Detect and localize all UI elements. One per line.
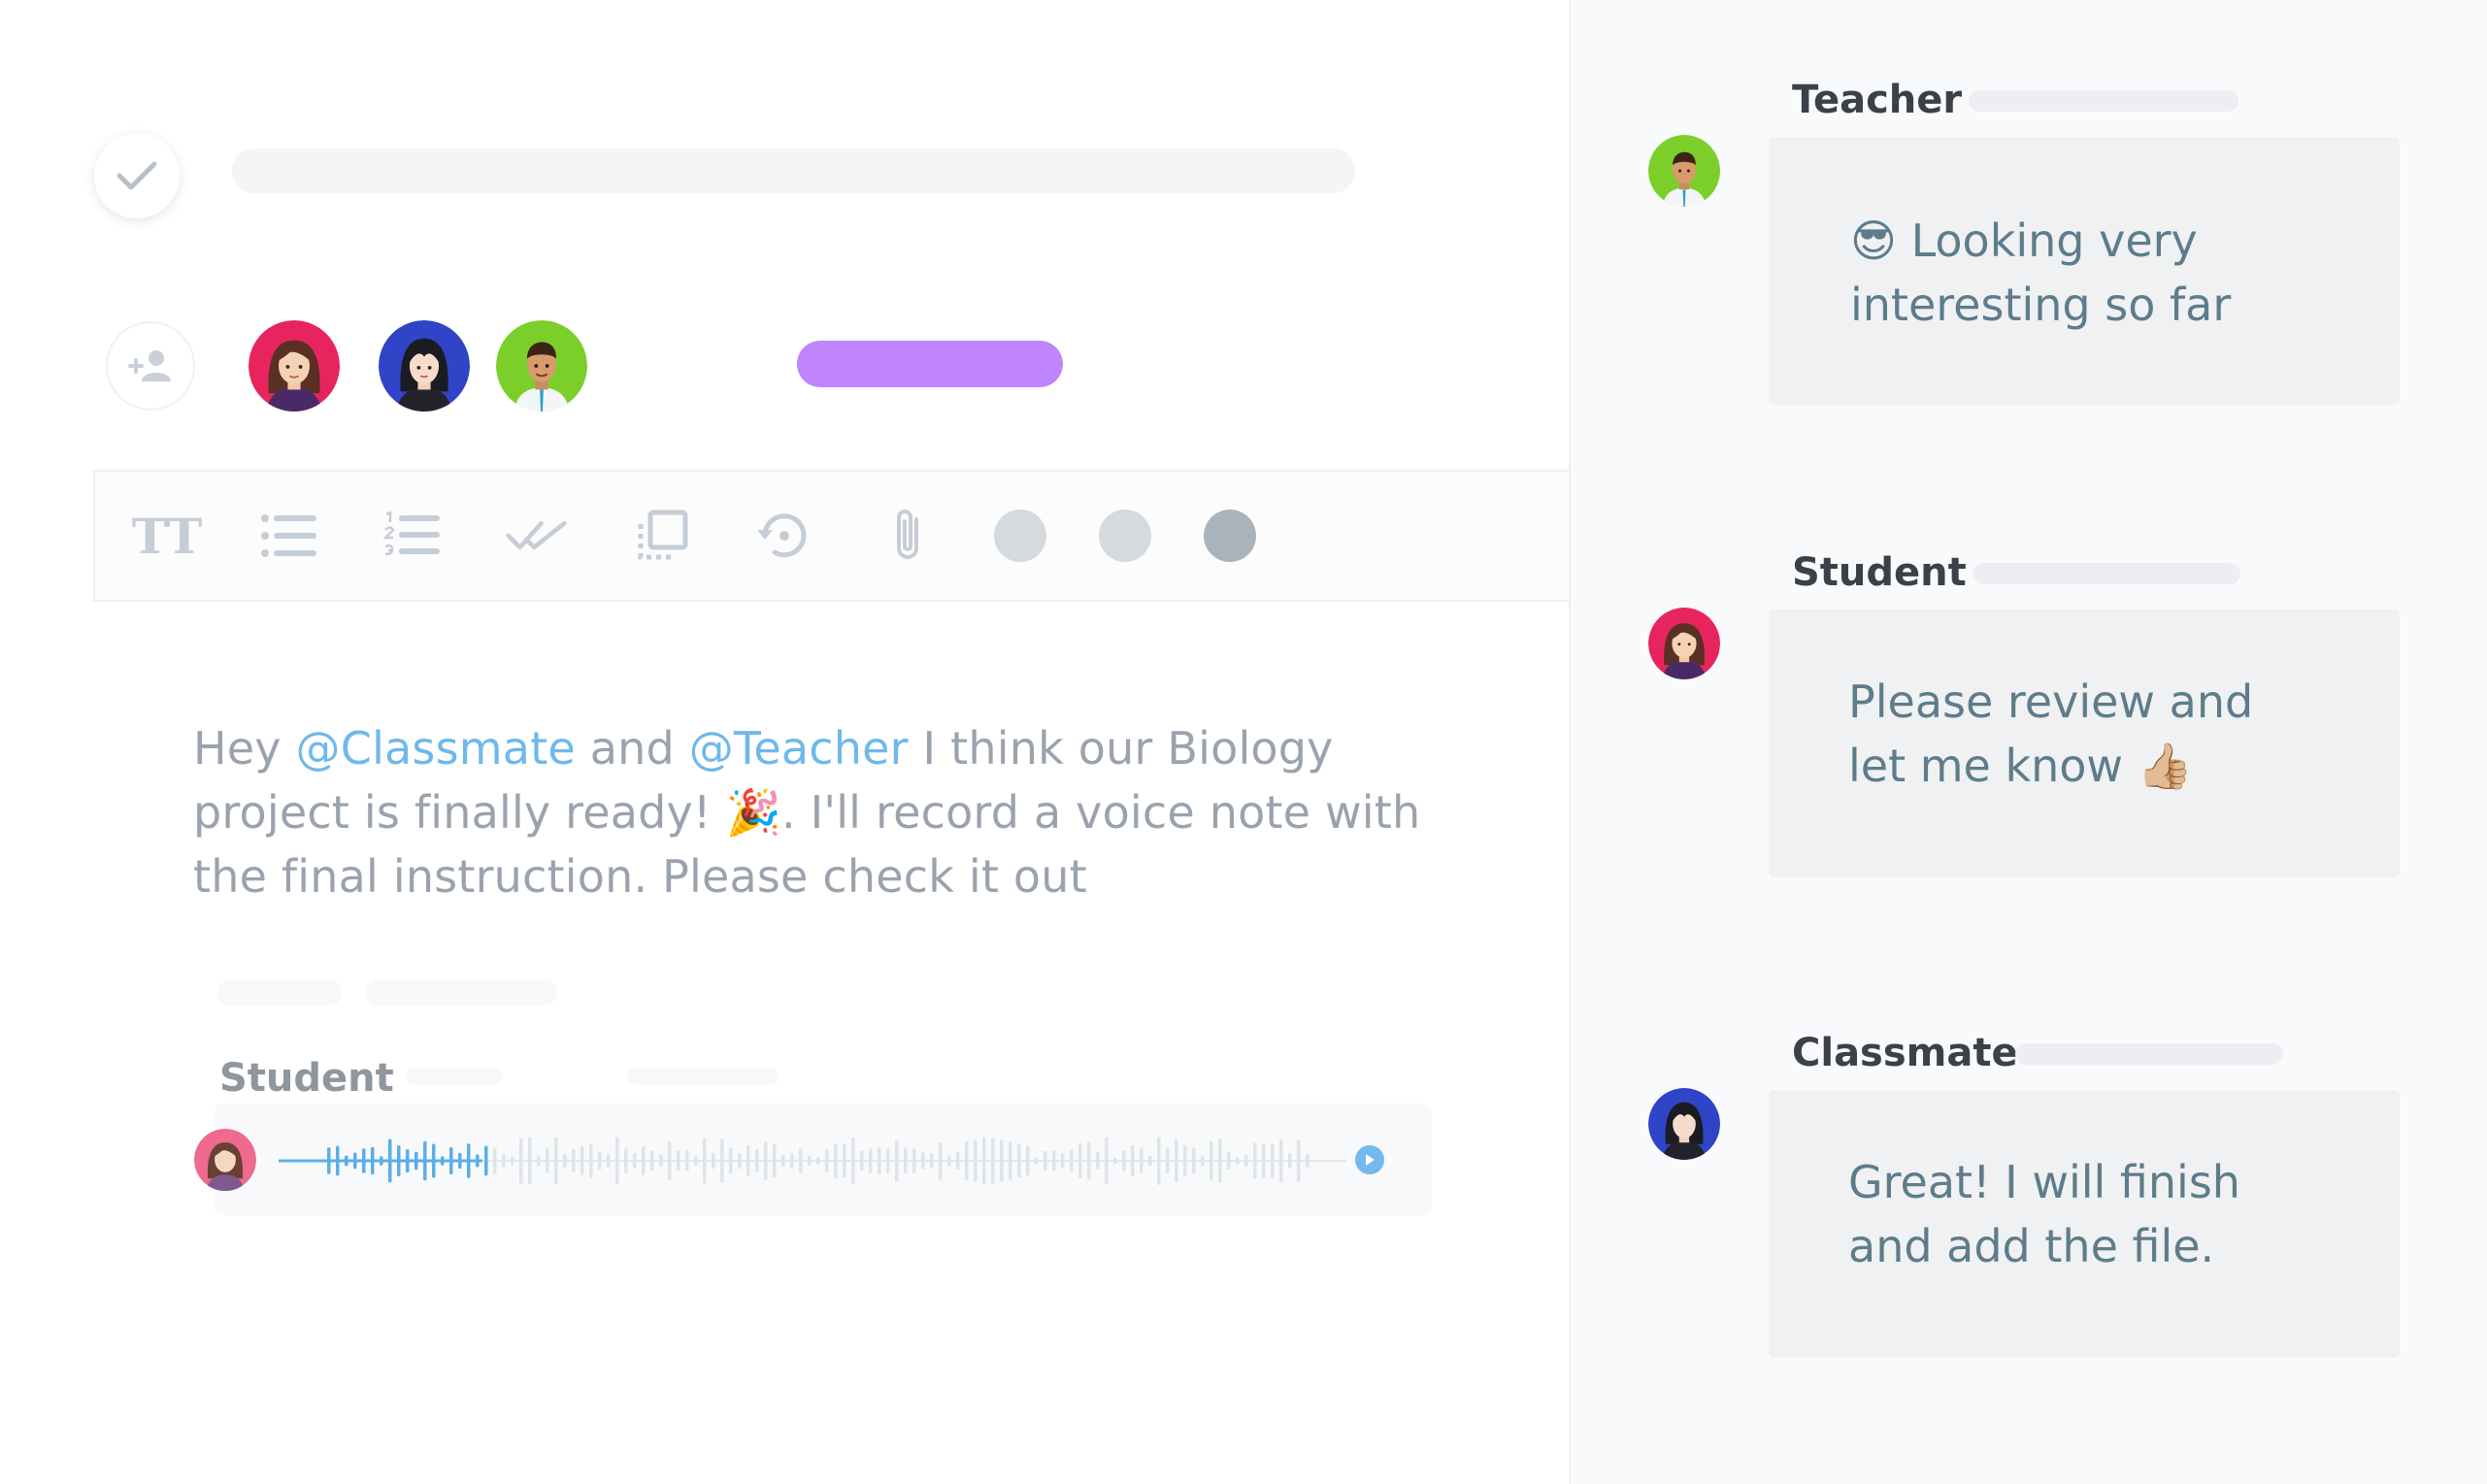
status-pill[interactable] bbox=[797, 341, 1063, 387]
comment-avatar-student bbox=[1648, 608, 1720, 679]
voice-waveform[interactable] bbox=[279, 1134, 1385, 1188]
checkmark-icon bbox=[116, 161, 157, 190]
complete-task-button[interactable] bbox=[94, 133, 180, 218]
numbered-list-icon[interactable] bbox=[381, 505, 444, 567]
color-swatch-1[interactable] bbox=[994, 510, 1046, 562]
comment-bubble: 😎 Looking very interesting so far bbox=[1769, 137, 2400, 405]
classmate-avatar-icon bbox=[1648, 1088, 1720, 1160]
text-format-glyph: TT bbox=[131, 507, 203, 565]
text-format-icon[interactable]: TT bbox=[132, 505, 203, 567]
teacher-avatar-icon bbox=[1648, 135, 1720, 207]
color-swatch-3[interactable] bbox=[1204, 510, 1256, 562]
comment-avatar-teacher bbox=[1648, 135, 1720, 207]
placeholder-pill bbox=[365, 980, 557, 1006]
comment-bubble: Great! I will finish and add the file. bbox=[1769, 1090, 2400, 1358]
play-button[interactable] bbox=[1355, 1145, 1384, 1174]
add-person-icon bbox=[128, 350, 171, 381]
mention-teacher[interactable]: @Teacher bbox=[689, 722, 909, 775]
thumbs-up-emoji: 👍🏼 bbox=[2137, 740, 2193, 792]
comment-meta-placeholder bbox=[1969, 90, 2238, 112]
student-avatar-icon bbox=[1648, 608, 1720, 679]
comment-meta-placeholder bbox=[1973, 563, 2240, 584]
placeholder-pill bbox=[217, 980, 342, 1006]
student-avatar-icon bbox=[249, 320, 340, 412]
play-icon bbox=[1366, 1154, 1375, 1166]
voice-note-avatar bbox=[194, 1129, 256, 1191]
placeholder-pill bbox=[406, 1068, 503, 1085]
comment-avatar-classmate bbox=[1648, 1088, 1720, 1160]
message-body[interactable]: Hey @Classmate and @Teacher I think our … bbox=[193, 716, 1494, 908]
member-avatar-student[interactable] bbox=[249, 320, 340, 412]
comment-author: Teacher bbox=[1792, 78, 1963, 122]
message-text: Hey bbox=[193, 722, 296, 775]
comment-text: Looking very interesting so far bbox=[1850, 214, 2232, 331]
member-avatar-teacher[interactable] bbox=[496, 320, 587, 412]
add-member-button[interactable] bbox=[106, 321, 195, 411]
comment-text: Great! I will finish and add the file. bbox=[1848, 1156, 2240, 1272]
comment-bubble: Please review and let me know 👍🏼 bbox=[1769, 610, 2400, 877]
bullet-list-icon[interactable] bbox=[258, 505, 320, 567]
task-title-placeholder[interactable] bbox=[232, 148, 1355, 193]
teacher-avatar-icon bbox=[496, 320, 587, 412]
comment-meta-placeholder bbox=[2015, 1043, 2283, 1065]
mention-classmate[interactable]: @Classmate bbox=[296, 722, 576, 775]
message-text: and bbox=[575, 722, 689, 775]
classmate-avatar-icon bbox=[379, 320, 470, 412]
history-icon[interactable] bbox=[751, 505, 813, 567]
color-swatch-2[interactable] bbox=[1099, 510, 1151, 562]
placeholder-pill bbox=[627, 1068, 779, 1085]
comment-author: Student bbox=[1792, 550, 1967, 595]
party-emoji: 🎉 bbox=[725, 786, 781, 839]
member-avatar-classmate[interactable] bbox=[379, 320, 470, 412]
sunglasses-emoji: 😎 bbox=[1850, 214, 1897, 267]
comment-author: Classmate bbox=[1792, 1031, 2018, 1075]
attachment-icon[interactable] bbox=[878, 505, 940, 567]
double-check-icon[interactable] bbox=[506, 505, 568, 567]
copy-block-icon[interactable] bbox=[631, 505, 693, 567]
student-avatar-icon bbox=[194, 1129, 256, 1191]
voice-note-author: Student bbox=[219, 1056, 394, 1101]
